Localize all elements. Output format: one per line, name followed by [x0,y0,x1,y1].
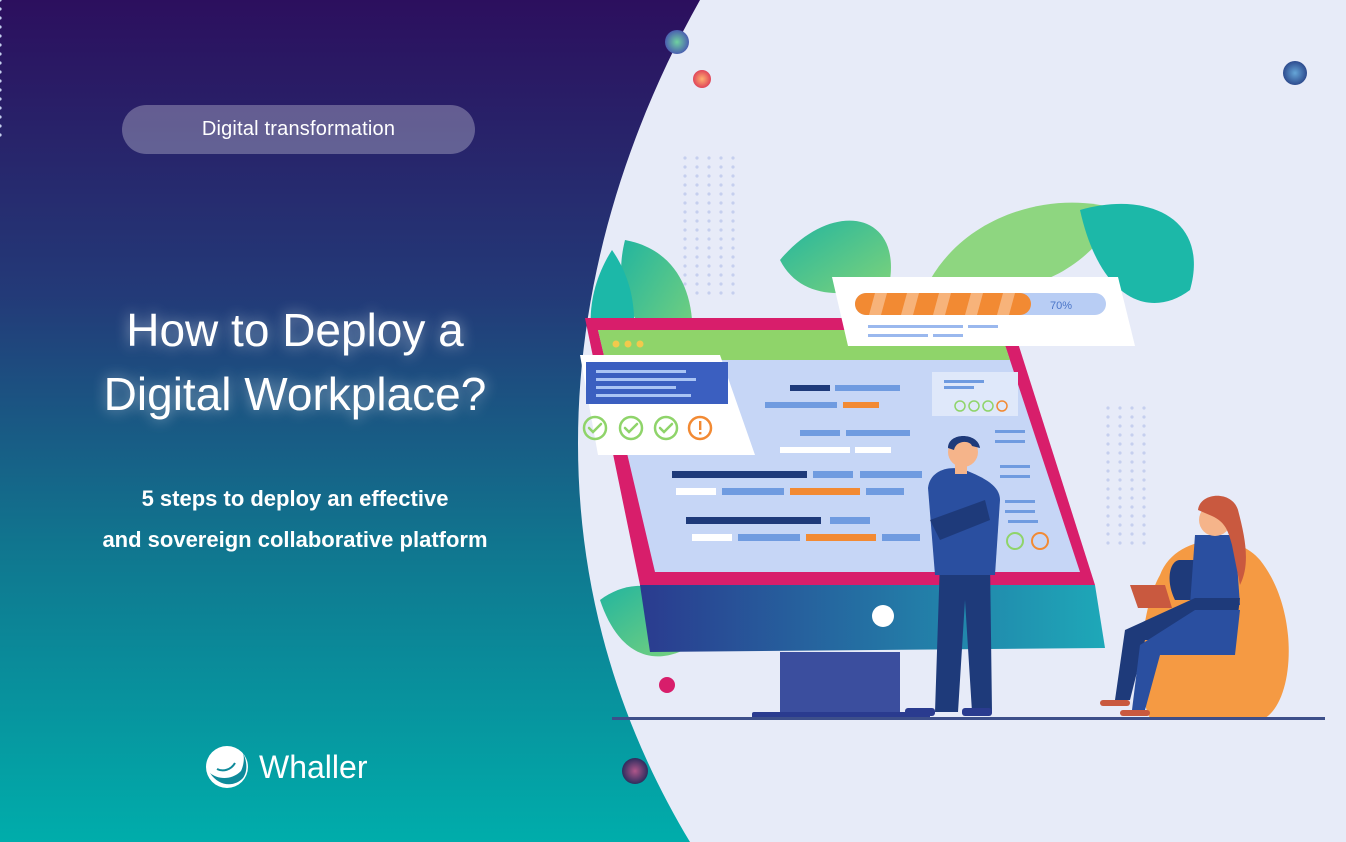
progress-label: 70% [1050,300,1072,312]
banner: 70% Digital transformation How to Deploy… [0,0,1346,842]
progress-card: 70% [832,277,1135,346]
brand-logo: Whaller [205,745,367,789]
subtitle-line-1: 5 steps to deploy an effective [141,486,449,511]
decor-dot [665,30,689,54]
decor-dot [659,677,675,693]
floor-line [612,717,1325,720]
title-line-1: How to Deploy a [126,304,464,356]
woman-figure [1100,495,1289,718]
subtitle: 5 steps to deploy an effective and sover… [30,478,560,560]
decor-dot [1283,61,1307,85]
brand-name: Whaller [259,748,368,785]
decor-dot [622,758,648,784]
category-badge: Digital transformation [122,105,475,154]
title-line-2: Digital Workplace? [103,368,487,420]
page-title: How to Deploy a Digital Workplace? [30,298,560,426]
category-badge-label: Digital transformation [201,118,396,140]
whaller-logo-icon [206,746,248,788]
decor-dot [693,70,711,88]
subtitle-line-2: and sovereign collaborative platform [102,527,488,552]
